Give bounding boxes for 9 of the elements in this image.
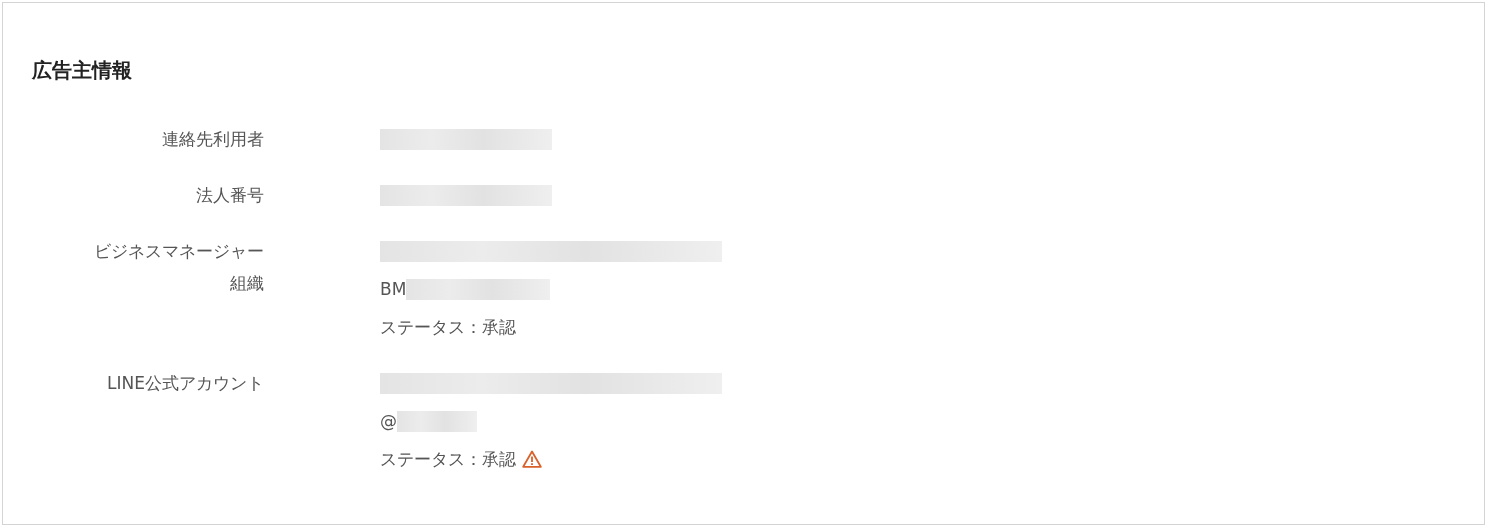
field-label: 法人番号	[195, 184, 264, 207]
status-text: ステータス：承認	[380, 447, 516, 471]
section-title: 広告主情報	[32, 57, 133, 84]
field-label: LINE公式アカウント	[106, 372, 264, 395]
value-prefix: @	[380, 411, 397, 431]
field-label: 連絡先利用者	[161, 128, 264, 151]
field-label: ビジネスマネージャー組織	[93, 240, 264, 295]
value-prefix: BM	[380, 279, 407, 299]
status-text: ステータス：承認	[380, 315, 516, 339]
